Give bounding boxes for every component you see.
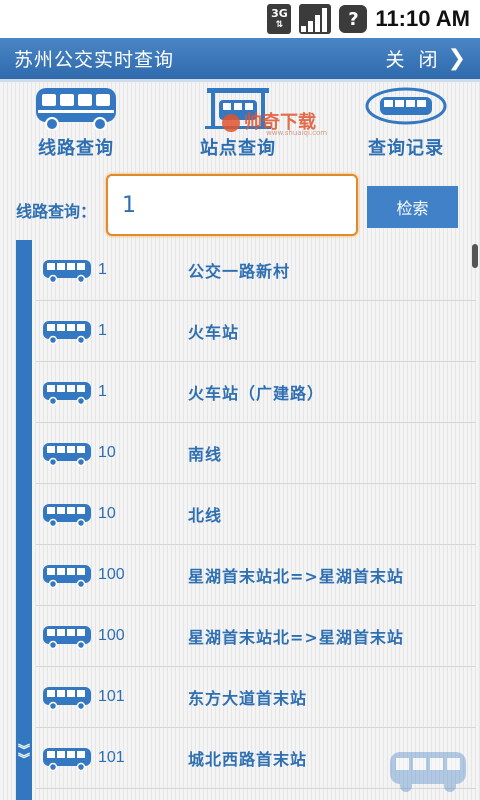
search-button[interactable]: 检索 — [367, 186, 458, 228]
list-item[interactable]: 100 星湖首末站北=>星湖首末站 — [36, 545, 476, 606]
bus-icon — [43, 687, 91, 710]
search-label: 线路查询： — [16, 202, 97, 221]
route-search-input[interactable] — [106, 174, 358, 236]
list-item[interactable]: 1 公交一路新村 — [36, 240, 476, 301]
list-item[interactable]: 10 北线 — [36, 484, 476, 545]
route-number: 1 — [98, 383, 107, 400]
bus-decoration-icon — [390, 752, 466, 792]
route-name: 南线 — [188, 445, 223, 464]
close-button[interactable]: 关闭 — [386, 45, 452, 72]
route-name: 火车站 — [188, 323, 240, 342]
chevron-right-icon[interactable]: ❯ — [448, 46, 466, 71]
app-title: 苏州公交实时查询 — [14, 49, 175, 71]
tab-stop-search-label: 站点查询 — [200, 138, 276, 159]
title-bar: 苏州公交实时查询 关闭 ❯ — [0, 38, 480, 82]
route-number: 101 — [98, 749, 125, 766]
route-name: 东方大道首末站 — [188, 689, 308, 708]
bus-icon — [43, 382, 91, 405]
tab-query-history[interactable]: 查询记录 — [346, 86, 466, 164]
signal-strength-icon — [299, 4, 332, 34]
list-item[interactable]: 1 火车站（广建路） — [36, 362, 476, 423]
chevron-double-down-icon[interactable]: ︾ ︾ — [16, 744, 32, 765]
route-number: 100 — [98, 627, 125, 644]
network-3g-icon: 3G ⇅ — [267, 4, 292, 34]
route-number: 1 — [98, 261, 107, 278]
list-item[interactable]: 101 东方大道首末站 — [36, 667, 476, 728]
route-number: 100 — [98, 566, 125, 583]
route-number: 1 — [98, 322, 107, 339]
status-bar: 3G ⇅ ? 11:10 AM — [0, 0, 480, 38]
history-bus-icon — [365, 87, 447, 125]
route-number: 101 — [98, 688, 125, 705]
route-name: 火车站（广建路） — [188, 384, 325, 403]
bus-front-icon — [36, 88, 116, 130]
watermark-url: www.shuaiqi.com — [266, 129, 328, 137]
tab-line-search-label: 线路查询 — [38, 138, 114, 159]
clock: 11:10 AM — [375, 6, 470, 31]
network-type-label: 3G — [271, 7, 288, 20]
bus-icon — [43, 321, 91, 344]
watermark-icon — [222, 114, 240, 132]
bus-icon — [43, 626, 91, 649]
watermark-logo: 帅奇下载 www.shuaiqi.com — [222, 108, 327, 137]
route-name: 北线 — [188, 506, 223, 525]
list-item[interactable]: 10 南线 — [36, 423, 476, 484]
bus-icon — [43, 504, 91, 527]
list-item[interactable]: 100 星湖首末站北=>星湖首末站 — [36, 606, 476, 667]
results-list: 1 公交一路新村 1 火车站 1 火车站（广建路） 10 南线 10 北线 10… — [36, 240, 476, 789]
route-name: 星湖首末站北=>星湖首末站 — [188, 567, 404, 586]
list-side-bar — [16, 240, 32, 800]
scrollbar[interactable] — [472, 244, 478, 268]
route-number: 10 — [98, 444, 116, 461]
route-name: 城北西路首末站 — [188, 750, 308, 769]
route-number: 10 — [98, 505, 116, 522]
tab-line-search[interactable]: 线路查询 — [16, 86, 136, 164]
bus-icon — [43, 443, 91, 466]
route-name: 星湖首末站北=>星湖首末站 — [188, 628, 404, 647]
bus-icon — [43, 565, 91, 588]
tab-query-history-label: 查询记录 — [368, 138, 444, 159]
bus-icon — [43, 260, 91, 283]
list-item[interactable]: 1 火车站 — [36, 301, 476, 362]
bus-icon — [43, 748, 91, 771]
route-name: 公交一路新村 — [188, 262, 291, 281]
help-icon: ? — [339, 5, 368, 33]
